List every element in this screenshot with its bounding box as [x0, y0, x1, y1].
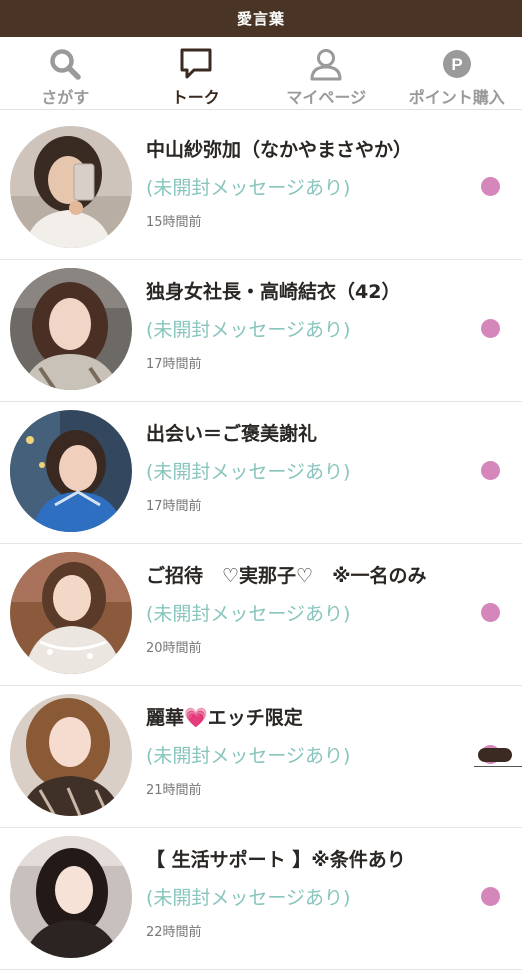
- conversation-name: 独身女社長・高崎結衣（42）: [146, 277, 400, 304]
- avatar: [10, 410, 132, 532]
- conversation-name: ご招待 ♡実那子♡ ※一名のみ: [146, 561, 427, 588]
- timestamp: 22時間前: [146, 921, 202, 940]
- unread-status: (未開封メッセージあり): [146, 741, 350, 768]
- unread-status: (未開封メッセージあり): [146, 457, 350, 484]
- timestamp: 17時間前: [146, 353, 202, 372]
- conversation-row[interactable]: 【 生活サポート 】※条件あり (未開封メッセージあり) 22時間前: [0, 828, 522, 970]
- avatar: [10, 126, 132, 248]
- conversation-name: 【 生活サポート 】※条件あり: [146, 845, 406, 872]
- tab-mypage[interactable]: マイページ: [261, 37, 392, 109]
- svg-text:P: P: [451, 55, 462, 74]
- search-icon: [47, 46, 83, 82]
- tab-bar: さがす トーク マイページ P ポイント購入: [0, 37, 522, 110]
- unread-dot: [481, 319, 500, 338]
- name-text: エッチ限定: [208, 707, 303, 729]
- conversation-row[interactable]: 中山紗弥加（なかやまさやか） (未開封メッセージあり) 15時間前: [0, 118, 522, 260]
- conversation-row[interactable]: ご招待 ♡実那子♡ ※一名のみ (未開封メッセージあり) 20時間前: [0, 544, 522, 686]
- timestamp: 20時間前: [146, 637, 202, 656]
- divider: [474, 766, 522, 767]
- points-icon: P: [439, 46, 475, 82]
- tab-points[interactable]: P ポイント購入: [392, 37, 522, 109]
- avatar: [10, 268, 132, 390]
- conversation-name: 麗華💗エッチ限定: [146, 703, 303, 730]
- heart-emoji-icon: 💗: [184, 707, 208, 729]
- user-icon: [308, 46, 344, 82]
- unread-dot: [481, 603, 500, 622]
- app-title: 愛言葉: [237, 8, 285, 29]
- scroll-handle[interactable]: [478, 748, 512, 762]
- timestamp: 15時間前: [146, 211, 202, 230]
- unread-dot: [481, 177, 500, 196]
- unread-status: (未開封メッセージあり): [146, 315, 350, 342]
- conversation-name: 出会い＝ご褒美謝礼: [146, 419, 317, 446]
- name-text: 麗華: [146, 707, 184, 729]
- conversation-row[interactable]: 独身女社長・高崎結衣（42） (未開封メッセージあり) 17時間前: [0, 260, 522, 402]
- app-title-bar: 愛言葉: [0, 0, 522, 37]
- tab-talk[interactable]: トーク: [131, 37, 262, 109]
- tab-talk-label: トーク: [172, 84, 220, 108]
- unread-status: (未開封メッセージあり): [146, 883, 350, 910]
- timestamp: 17時間前: [146, 495, 202, 514]
- conversation-row[interactable]: 出会い＝ご褒美謝礼 (未開封メッセージあり) 17時間前: [0, 402, 522, 544]
- chat-bubble-icon: [178, 46, 214, 82]
- unread-dot: [481, 461, 500, 480]
- avatar: [10, 552, 132, 674]
- avatar: [10, 836, 132, 958]
- conversation-name: 中山紗弥加（なかやまさやか）: [146, 135, 412, 162]
- tab-points-label: ポイント購入: [409, 84, 505, 108]
- conversation-row[interactable]: 麗華💗エッチ限定 (未開封メッセージあり) 21時間前: [0, 686, 522, 828]
- tab-search-label: さがす: [41, 84, 89, 108]
- timestamp: 21時間前: [146, 779, 202, 798]
- avatar: [10, 694, 132, 816]
- tab-search[interactable]: さがす: [0, 37, 131, 109]
- unread-status: (未開封メッセージあり): [146, 173, 350, 200]
- unread-status: (未開封メッセージあり): [146, 599, 350, 626]
- tab-mypage-label: マイページ: [286, 84, 366, 108]
- unread-dot: [481, 887, 500, 906]
- conversation-list: 中山紗弥加（なかやまさやか） (未開封メッセージあり) 15時間前 独身女社長・…: [0, 118, 522, 970]
